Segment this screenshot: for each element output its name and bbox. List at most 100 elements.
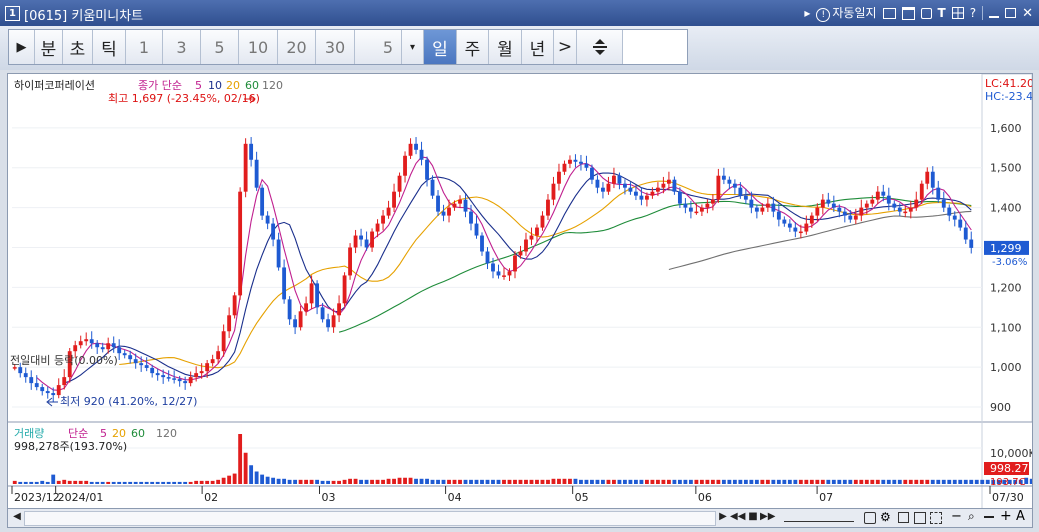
candle-body bbox=[249, 143, 254, 160]
candle-body bbox=[826, 199, 831, 204]
volume-bar bbox=[210, 480, 215, 484]
volume-bar bbox=[776, 479, 781, 484]
chart-area[interactable]: 1,6001,5001,4001,3001,2001,1001,000900하이… bbox=[7, 73, 1039, 512]
daily-button[interactable]: 일 bbox=[424, 30, 457, 64]
custom-interval-input[interactable]: 5 bbox=[355, 30, 402, 64]
volume-bar bbox=[183, 481, 188, 484]
ma-label: 종가 단순 bbox=[138, 79, 182, 92]
candle-body bbox=[436, 195, 440, 212]
volume-bar bbox=[584, 479, 589, 484]
search-icon[interactable]: ⌕ bbox=[968, 509, 975, 524]
grid-icon[interactable] bbox=[951, 7, 964, 19]
gear-icon[interactable]: ⚙ bbox=[880, 510, 891, 524]
scroll-thumb[interactable] bbox=[24, 511, 716, 526]
candle-body bbox=[111, 343, 116, 348]
volume-bar bbox=[51, 474, 56, 484]
interval-5-button[interactable]: 5 bbox=[201, 30, 239, 64]
volume-bar bbox=[809, 479, 814, 484]
volume-bar bbox=[452, 479, 457, 484]
volume-bar bbox=[859, 479, 864, 484]
split-vertical-button[interactable] bbox=[577, 30, 623, 64]
volume-bar bbox=[688, 479, 693, 484]
scroll-left-button[interactable]: ◀ bbox=[10, 510, 24, 524]
volume-bar bbox=[826, 479, 831, 484]
candle-body bbox=[419, 149, 424, 160]
zoom-plus-icon[interactable]: + bbox=[1000, 508, 1012, 524]
candle-body bbox=[62, 377, 67, 386]
next-button[interactable]: > bbox=[554, 30, 577, 64]
y-tick-label: 1,200 bbox=[990, 281, 1022, 294]
candle-body bbox=[276, 239, 281, 268]
volume-bar bbox=[606, 479, 611, 484]
chart-svg[interactable]: 1,6001,5001,4001,3001,2001,1001,000900하이… bbox=[8, 73, 1039, 511]
layout-icon[interactable] bbox=[882, 7, 896, 19]
help-icon[interactable]: ? bbox=[970, 6, 976, 20]
auto-journal-toggle[interactable]: ! 자동일지 bbox=[816, 4, 877, 22]
scroll-rewind-button[interactable]: ◀◀ bbox=[730, 510, 745, 524]
volume-bar bbox=[381, 479, 385, 484]
candle-body bbox=[568, 159, 572, 164]
scroll-right-button[interactable]: ▶ bbox=[716, 510, 730, 524]
interval-10-button[interactable]: 10 bbox=[239, 30, 278, 64]
candle-body bbox=[644, 195, 649, 200]
font-size-icon[interactable]: A bbox=[1016, 509, 1025, 524]
expand-arrow-icon[interactable]: ▸ bbox=[804, 6, 810, 20]
volume-bar bbox=[177, 481, 182, 484]
volume-bar bbox=[1029, 478, 1034, 484]
chart-settings-icon[interactable] bbox=[864, 512, 876, 524]
window-number-badge: 1 bbox=[5, 6, 20, 21]
pin-icon[interactable] bbox=[920, 7, 932, 19]
window-icon[interactable] bbox=[901, 6, 915, 20]
minimize-icon[interactable] bbox=[989, 16, 1000, 18]
volume-bar bbox=[480, 479, 484, 484]
copy-icon[interactable] bbox=[898, 512, 909, 523]
candle-body bbox=[188, 377, 193, 384]
volume-bar bbox=[590, 479, 594, 484]
interval-30-button[interactable]: 30 bbox=[316, 30, 355, 64]
scroll-stop-button[interactable]: ■ bbox=[746, 510, 760, 524]
minute-button[interactable]: 분 bbox=[35, 30, 63, 64]
dotted-box-icon[interactable] bbox=[930, 512, 942, 524]
candle-body bbox=[886, 195, 891, 204]
volume-bar bbox=[941, 479, 946, 484]
tick-button[interactable]: 틱 bbox=[93, 30, 126, 64]
candle-body bbox=[430, 179, 435, 196]
volume-bar bbox=[892, 479, 897, 484]
zoom-minus-icon[interactable] bbox=[984, 516, 994, 518]
volume-bar bbox=[639, 479, 644, 484]
volume-bar bbox=[78, 480, 83, 484]
candle-body bbox=[507, 271, 512, 276]
volume-bar bbox=[150, 481, 155, 484]
candle-body bbox=[941, 199, 946, 208]
yearly-button[interactable]: 년 bbox=[522, 30, 554, 64]
candle-body bbox=[260, 187, 265, 216]
interval-1-button[interactable]: 1 bbox=[126, 30, 163, 64]
volume-bar bbox=[117, 481, 122, 484]
candle-body bbox=[579, 161, 583, 164]
monthly-button[interactable]: 월 bbox=[489, 30, 522, 64]
second-button[interactable]: 초 bbox=[63, 30, 93, 64]
candle-body bbox=[776, 211, 781, 220]
volume-bar bbox=[458, 479, 462, 484]
current-change-label: -3.06% bbox=[992, 257, 1027, 268]
scroll-forward-button[interactable]: ▶▶ bbox=[760, 510, 775, 524]
period-button-group: ▶ 분 초 틱 1 3 5 10 20 30 5 ▾ 일 주 월 년 > bbox=[8, 29, 688, 65]
interval-dropdown-button[interactable]: ▾ bbox=[402, 30, 424, 64]
volume-bar bbox=[952, 479, 957, 484]
interval-3-button[interactable]: 3 bbox=[163, 30, 201, 64]
grid-toggle-icon[interactable] bbox=[914, 512, 926, 524]
play-button[interactable]: ▶ bbox=[9, 30, 35, 64]
close-icon[interactable]: ✕ bbox=[1022, 6, 1033, 21]
candle-body bbox=[782, 219, 787, 224]
weekly-button[interactable]: 주 bbox=[457, 30, 489, 64]
title-bar[interactable]: 1 [0615] 키움미니차트 ▸ ! 자동일지 T ? ✕ bbox=[0, 0, 1039, 26]
volume-bar bbox=[870, 479, 875, 484]
candle-body bbox=[705, 203, 710, 208]
maximize-icon[interactable] bbox=[1005, 8, 1017, 18]
interval-20-button[interactable]: 20 bbox=[278, 30, 316, 64]
volume-bar bbox=[100, 481, 105, 484]
minus-icon[interactable]: − bbox=[951, 509, 962, 524]
text-icon[interactable]: T bbox=[938, 6, 946, 20]
zoom-slider-icon[interactable] bbox=[784, 513, 854, 522]
horizontal-scrollbar[interactable]: ◀ ▶ ◀◀ ■ ▶▶ ⚙ − ⌕ + A bbox=[7, 508, 1033, 528]
